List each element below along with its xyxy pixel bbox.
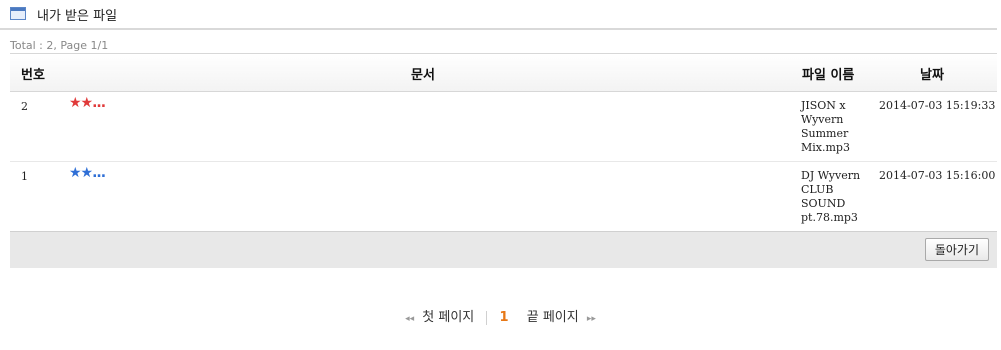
last-page-arrow-icon: ▸▸ — [586, 314, 596, 324]
file-date: 2014-07-03 15:16:00 — [879, 169, 996, 182]
file-date: 2014-07-03 15:19:33 — [879, 99, 996, 112]
first-page-arrow-icon: ◂◂ — [405, 314, 415, 324]
current-page[interactable]: 1 — [500, 310, 509, 325]
row-number: 2 — [21, 100, 28, 113]
window-icon — [10, 7, 26, 20]
last-page-link[interactable]: 끝 페이지 — [527, 310, 579, 325]
document-link[interactable]: ★★... — [69, 95, 106, 111]
column-header-date: 날짜 — [920, 68, 944, 83]
column-header-number: 번호 — [21, 68, 45, 83]
back-button[interactable]: 돌아가기 — [924, 238, 989, 261]
document-link[interactable]: ★★... — [69, 165, 106, 181]
pagination-divider — [486, 310, 488, 325]
page-header: 내가 받은 파일 — [0, 0, 997, 30]
pagination: ◂◂ 첫 페이지 1 끝 페이지 ▸▸ — [0, 306, 1001, 325]
file-name: DJ Wyvern CLUB SOUND pt.78.mp3 — [801, 169, 861, 224]
column-header-document: 문서 — [411, 68, 435, 83]
row-number: 1 — [21, 170, 28, 183]
page-title: 내가 받은 파일 — [37, 9, 118, 24]
table-row: 1 ★★... DJ Wyvern CLUB SOUND pt.78.mp3 2… — [10, 162, 997, 233]
file-name: JISON x Wyvern Summer Mix.mp3 — [801, 99, 850, 154]
table-header: 번호 문서 파일 이름 날짜 — [10, 53, 997, 92]
first-page-link[interactable]: 첫 페이지 — [422, 310, 474, 325]
action-bar: 돌아가기 — [10, 232, 997, 268]
column-header-filename: 파일 이름 — [802, 68, 855, 83]
table-row: 2 ★★... JISON x Wyvern Summer Mix.mp3 20… — [10, 92, 997, 162]
files-table: 번호 문서 파일 이름 날짜 2 ★★... JISON x Wyvern Su… — [10, 53, 997, 233]
total-info: Total : 2, Page 1/1 — [10, 39, 109, 52]
